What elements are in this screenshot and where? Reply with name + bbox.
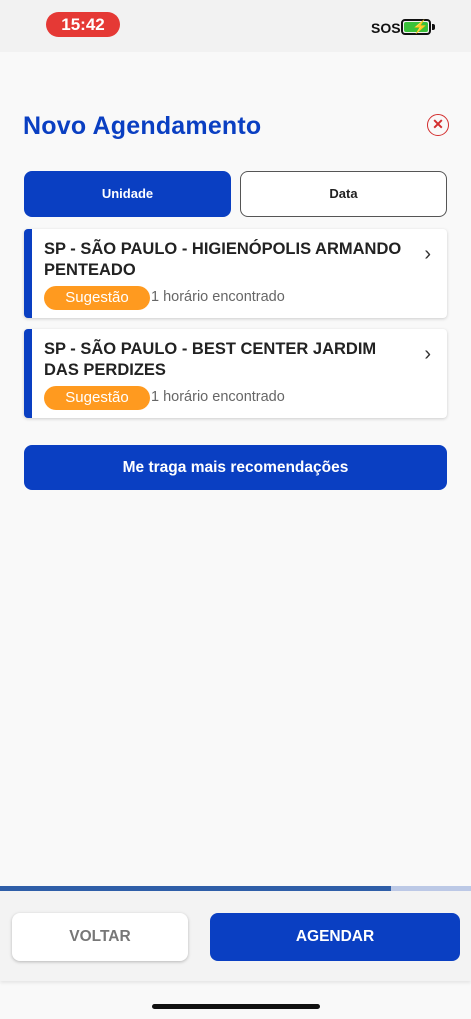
battery-level: ⚡ (404, 19, 429, 34)
close-icon[interactable]: ✕ (427, 114, 449, 136)
suggestion-badge: Sugestão (44, 286, 150, 310)
page-title: Novo Agendamento (23, 112, 262, 140)
status-bar: 15:42 SOS ⚡ (0, 0, 471, 52)
unit-card[interactable]: SP - SÃO PAULO - HIGIENÓPOLIS ARMANDO PE… (24, 229, 447, 318)
charging-bolt-icon: ⚡ (412, 19, 429, 34)
footer: VOLTAR AGENDAR (0, 891, 471, 981)
back-button[interactable]: VOLTAR (12, 913, 188, 961)
availability-text: 1 horário encontrado (151, 289, 285, 305)
chevron-right-icon: › (424, 243, 431, 265)
battery-tip (432, 24, 435, 30)
unit-name: SP - SÃO PAULO - HIGIENÓPOLIS ARMANDO PE… (44, 240, 402, 279)
status-carrier: SOS (371, 20, 401, 36)
unit-card[interactable]: SP - SÃO PAULO - BEST CENTER JARDIM DAS … (24, 329, 447, 418)
tab-unidade[interactable]: Unidade (24, 171, 231, 217)
availability-text: 1 horário encontrado (151, 389, 285, 405)
schedule-button[interactable]: AGENDAR (210, 913, 460, 961)
unit-name: SP - SÃO PAULO - BEST CENTER JARDIM DAS … (44, 340, 377, 379)
more-recommendations-button[interactable]: Me traga mais recomendações (24, 445, 447, 490)
home-indicator (152, 1004, 320, 1009)
suggestion-badge: Sugestão (44, 386, 150, 410)
battery-charging-icon: ⚡ (401, 19, 431, 35)
chevron-right-icon: › (424, 343, 431, 365)
tab-data[interactable]: Data (240, 171, 447, 217)
status-time: 15:42 (46, 12, 120, 37)
